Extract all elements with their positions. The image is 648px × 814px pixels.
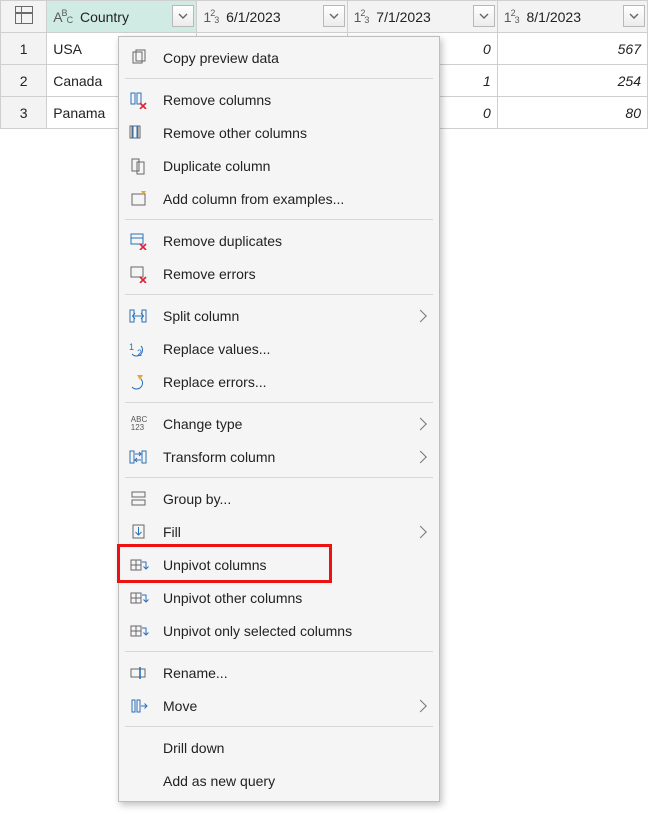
menu-replace-values[interactable]: 12 Replace values... [119,332,439,365]
blank-icon [127,769,151,793]
unpivot-icon [127,553,151,577]
menu-add-column-examples[interactable]: Add column from examples... [119,182,439,215]
svg-text:1: 1 [129,342,134,352]
menu-fill[interactable]: Fill [119,515,439,548]
duplicate-column-icon [127,154,151,178]
column-label: Country [80,9,129,25]
context-menu: Copy preview data Remove columns Remove … [118,36,440,802]
table-icon [15,6,33,24]
menu-copy-preview-data[interactable]: Copy preview data [119,41,439,74]
fill-icon [127,520,151,544]
menu-group-by[interactable]: Group by... [119,482,439,515]
menu-separator [125,219,433,220]
chevron-down-icon [178,13,188,19]
blank-icon [127,736,151,760]
transform-column-icon [127,445,151,469]
cell-value[interactable]: 254 [497,65,647,97]
menu-unpivot-only-selected[interactable]: Unpivot only selected columns [119,614,439,647]
row-number: 3 [1,97,47,129]
column-label: 6/1/2023 [226,9,281,25]
menu-remove-errors[interactable]: Remove errors [119,257,439,290]
filter-button[interactable] [473,5,495,27]
menu-remove-duplicates[interactable]: Remove duplicates [119,224,439,257]
menu-separator [125,477,433,478]
menu-add-as-new-query[interactable]: Add as new query [119,764,439,797]
split-column-icon [127,304,151,328]
remove-duplicates-icon [127,229,151,253]
row-number: 1 [1,33,47,65]
replace-errors-icon [127,370,151,394]
menu-split-column[interactable]: Split column [119,299,439,332]
column-header-date2[interactable]: 123 7/1/2023 [347,1,497,33]
chevron-down-icon [629,13,639,19]
group-by-icon [127,487,151,511]
number-type-icon: 123 [203,9,218,25]
cell-value[interactable]: 80 [497,97,647,129]
column-header-date1[interactable]: 123 6/1/2023 [197,1,347,33]
filter-button[interactable] [172,5,194,27]
select-all-cell[interactable] [1,1,47,33]
change-type-icon: ABC123 [127,412,151,436]
row-number: 2 [1,65,47,97]
menu-unpivot-columns[interactable]: Unpivot columns [119,548,439,581]
unpivot-selected-icon [127,619,151,643]
number-type-icon: 123 [504,9,519,25]
column-header-date3[interactable]: 123 8/1/2023 [497,1,647,33]
chevron-down-icon [329,13,339,19]
column-header-country[interactable]: ABC Country [47,1,197,33]
menu-separator [125,294,433,295]
rename-icon [127,661,151,685]
menu-replace-errors[interactable]: Replace errors... [119,365,439,398]
copy-icon [127,46,151,70]
menu-move[interactable]: Move [119,689,439,722]
menu-remove-other-columns[interactable]: Remove other columns [119,116,439,149]
cell-value[interactable]: 567 [497,33,647,65]
number-type-icon: 123 [354,9,369,25]
replace-values-icon: 12 [127,337,151,361]
menu-separator [125,651,433,652]
menu-remove-columns[interactable]: Remove columns [119,83,439,116]
column-label: 7/1/2023 [376,9,431,25]
menu-change-type[interactable]: ABC123 Change type [119,407,439,440]
menu-separator [125,726,433,727]
chevron-down-icon [479,13,489,19]
remove-errors-icon [127,262,151,286]
menu-transform-column[interactable]: Transform column [119,440,439,473]
remove-columns-icon [127,88,151,112]
column-label: 8/1/2023 [526,9,581,25]
unpivot-other-icon [127,586,151,610]
filter-button[interactable] [623,5,645,27]
move-icon [127,694,151,718]
filter-button[interactable] [323,5,345,27]
menu-separator [125,402,433,403]
menu-drill-down[interactable]: Drill down [119,731,439,764]
menu-unpivot-other-columns[interactable]: Unpivot other columns [119,581,439,614]
menu-duplicate-column[interactable]: Duplicate column [119,149,439,182]
remove-other-columns-icon [127,121,151,145]
text-type-icon: ABC [53,9,72,25]
add-column-examples-icon [127,187,151,211]
menu-separator [125,78,433,79]
menu-rename[interactable]: Rename... [119,656,439,689]
